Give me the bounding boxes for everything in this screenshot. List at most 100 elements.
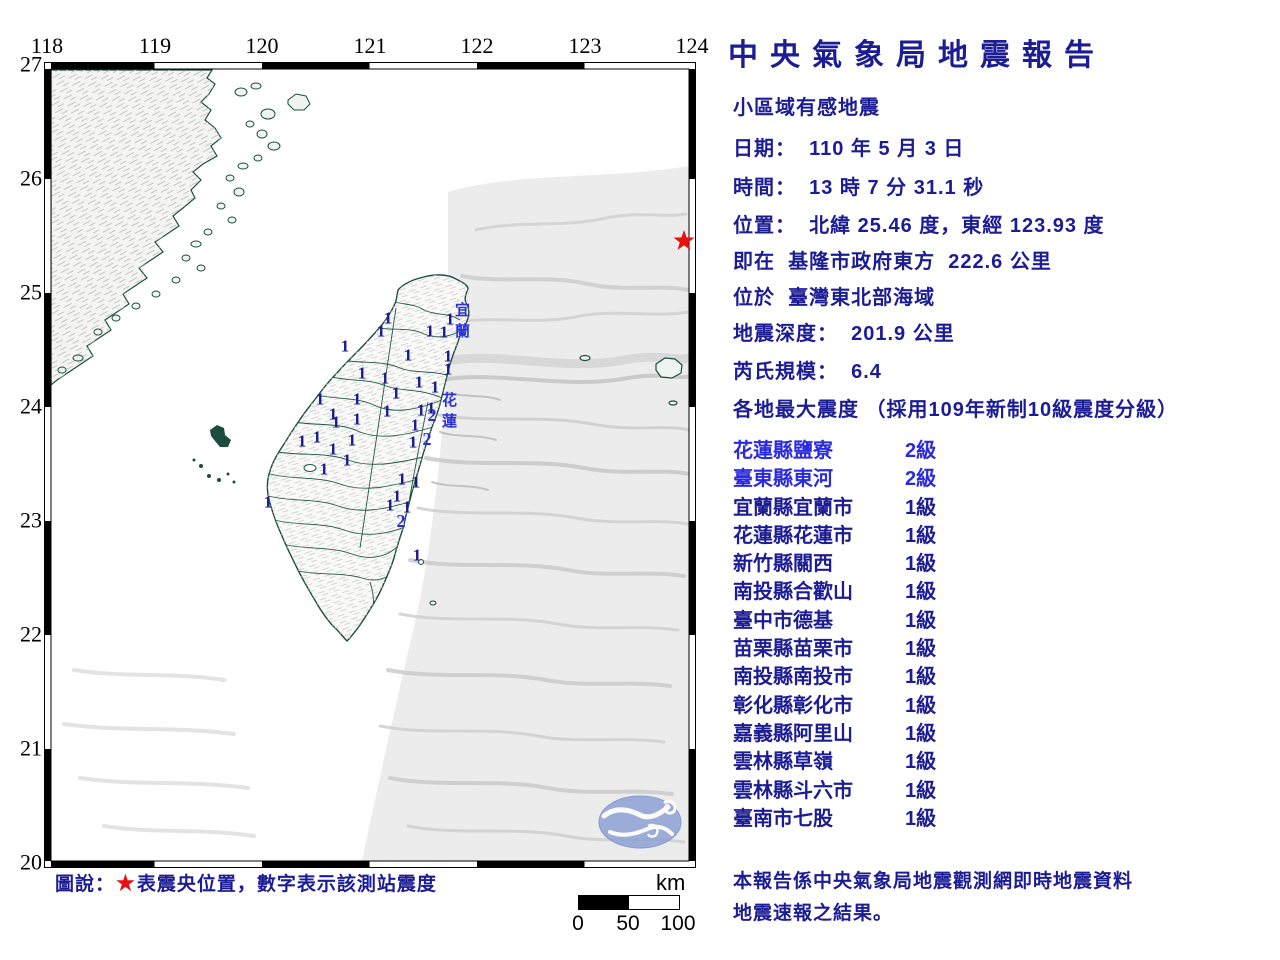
- report-date: 日期： 110 年 5 月 3 日: [733, 138, 965, 160]
- station-row: 臺南市七股 1級: [733, 802, 993, 830]
- intensity-1-marker: 1: [297, 431, 307, 451]
- station-name: 新竹縣關西: [733, 553, 833, 576]
- station-intensity: 1級: [905, 666, 937, 689]
- lon-tick-label: 124: [675, 33, 709, 58]
- intensity-1-marker: 1: [412, 545, 422, 565]
- intensity-1-marker: 1: [430, 377, 440, 397]
- scalebar-filled-segment: [578, 895, 630, 910]
- intensity-1-marker: 1: [391, 383, 401, 403]
- city-label: 宜蘭: [455, 302, 472, 340]
- intensity-2-marker: 2: [396, 511, 406, 531]
- scalebar-tick-label: 50: [616, 912, 640, 935]
- station-name: 南投縣合歡山: [733, 581, 853, 604]
- lat-tick-label: 24: [20, 393, 42, 419]
- station-intensity: 1級: [905, 553, 937, 576]
- intensity-1-marker: 1: [414, 372, 424, 392]
- station-row: 彰化縣彰化市 1級: [733, 689, 993, 717]
- lat-tick-label: 23: [20, 507, 42, 533]
- station-intensity: 1級: [905, 807, 937, 830]
- earthquake-report-page: 118 119 120 121 122 123 124 27 26 25 24 23 22 21 20 1…: [0, 0, 1280, 960]
- station-name: 南投縣南投市: [733, 666, 853, 689]
- lon-tick-label: 122: [460, 33, 494, 58]
- intensity-1-marker: 1: [328, 439, 338, 459]
- legend-prefix: 圖說：: [55, 874, 116, 895]
- station-name: 臺東縣東河: [733, 468, 833, 491]
- station-name: 嘉義縣阿里山: [733, 722, 853, 745]
- intensity-1-marker: 1: [397, 469, 407, 489]
- intensity-1-marker: 1: [382, 401, 392, 421]
- station-row: 宜蘭縣宜蘭市 1級: [733, 491, 993, 519]
- scalebar-tick-label: 100: [660, 912, 696, 935]
- intensity-1-marker: 1: [342, 450, 352, 470]
- station-name: 宜蘭縣宜蘭市: [733, 496, 853, 519]
- epicenter-star-glyph: ★: [116, 872, 136, 895]
- intensity-1-marker: 1: [312, 427, 322, 447]
- intensity-1-marker: 1: [319, 459, 329, 479]
- map-legend: 圖說：★表震央位置，數字表示該測站震度: [55, 869, 437, 896]
- scalebar-empty-segment: [628, 895, 680, 910]
- report-category: 小區域有感地震: [733, 97, 880, 119]
- station-intensity: 1級: [905, 524, 937, 547]
- intensity-1-marker: 1: [408, 432, 418, 452]
- intensity-2-marker: 2: [422, 429, 432, 449]
- lon-tick-label: 121: [353, 33, 387, 58]
- station-row: 臺中市德基 1級: [733, 604, 993, 632]
- station-row: 南投縣南投市 1級: [733, 660, 993, 688]
- report-time: 時間： 13 時 7 分 31.1 秒: [733, 177, 985, 199]
- taiwan-region-map: [44, 62, 696, 868]
- intensity-1-marker: 1: [380, 368, 390, 388]
- lat-tick-label: 21: [20, 735, 42, 761]
- station-row: 雲林縣斗六市 1級: [733, 774, 993, 802]
- report-reference: 即在 基隆市政府東方 222.6 公里: [733, 251, 1052, 273]
- report-depth: 地震深度： 201.9 公里: [733, 323, 955, 345]
- intensity-1-marker: 1: [425, 321, 435, 341]
- intensity-1-marker: 1: [347, 430, 357, 450]
- intensity-1-marker: 1: [411, 472, 421, 492]
- station-row: 南投縣合歡山 1級: [733, 575, 993, 603]
- station-row: 雲林縣草嶺 1級: [733, 745, 993, 773]
- station-name: 苗栗縣苗栗市: [733, 638, 853, 661]
- station-intensity: 1級: [905, 751, 937, 774]
- station-row: 新竹縣關西 1級: [733, 547, 993, 575]
- footer-note-line2: 地震速報之結果。: [733, 903, 894, 924]
- station-name: 花蓮縣花蓮市: [733, 524, 853, 547]
- lat-tick-label: 20: [20, 849, 42, 875]
- report-magnitude: 芮氏規模： 6.4: [733, 361, 882, 383]
- station-intensity: 1級: [905, 609, 937, 632]
- station-name: 彰化縣彰化市: [733, 694, 853, 717]
- lon-tick-label: 123: [568, 33, 602, 58]
- station-name: 臺南市七股: [733, 807, 833, 830]
- station-intensity: 1級: [905, 694, 937, 717]
- intensity-1-marker: 1: [376, 321, 386, 341]
- station-name: 雲林縣斗六市: [733, 779, 853, 802]
- lat-tick-label: 27: [20, 51, 42, 77]
- station-row: 嘉義縣阿里山 1級: [733, 717, 993, 745]
- intensity-1-marker: 1: [403, 345, 413, 365]
- intensity-1-marker: 1: [340, 336, 350, 356]
- report-location: 位置： 北緯 25.46 度，東經 123.93 度: [733, 215, 1105, 237]
- lat-tick-label: 22: [20, 621, 42, 647]
- legend-text: 表震央位置，數字表示該測站震度: [136, 874, 437, 895]
- station-row: 苗栗縣苗栗市 1級: [733, 632, 993, 660]
- intensity-1-marker: 1: [352, 389, 362, 409]
- station-row: 花蓮縣花蓮市 1級: [733, 519, 993, 547]
- scalebar-tick-label: 0: [572, 912, 584, 935]
- lat-tick-label: 25: [20, 279, 42, 305]
- scalebar-unit: km: [656, 870, 686, 895]
- station-intensity: 2級: [905, 468, 937, 491]
- station-intensity: 2級: [905, 440, 937, 462]
- station-name: 雲林縣草嶺: [733, 751, 833, 774]
- report-region: 位於 臺灣東北部海域: [733, 287, 936, 309]
- intensity-1-marker: 1: [410, 415, 420, 435]
- lon-tick-label: 119: [138, 33, 172, 58]
- intensity-2-marker: 2: [427, 405, 437, 425]
- station-name: 花蓮縣鹽寮: [733, 440, 833, 462]
- cwb-logo-watermark: [598, 795, 682, 849]
- intensity-1-marker: 1: [352, 409, 362, 429]
- report-title: 中央氣象局地震報告: [728, 39, 1106, 72]
- intensity-header: 各地最大震度 （採用109年新制10級震度分級）: [733, 399, 1179, 421]
- intensity-1-marker: 1: [357, 363, 367, 383]
- intensity-1-marker: 1: [443, 359, 453, 379]
- footer-note-line1: 本報告係中央氣象局地震觀測網即時地震資料: [733, 871, 1134, 892]
- station-intensity: 1級: [905, 496, 937, 519]
